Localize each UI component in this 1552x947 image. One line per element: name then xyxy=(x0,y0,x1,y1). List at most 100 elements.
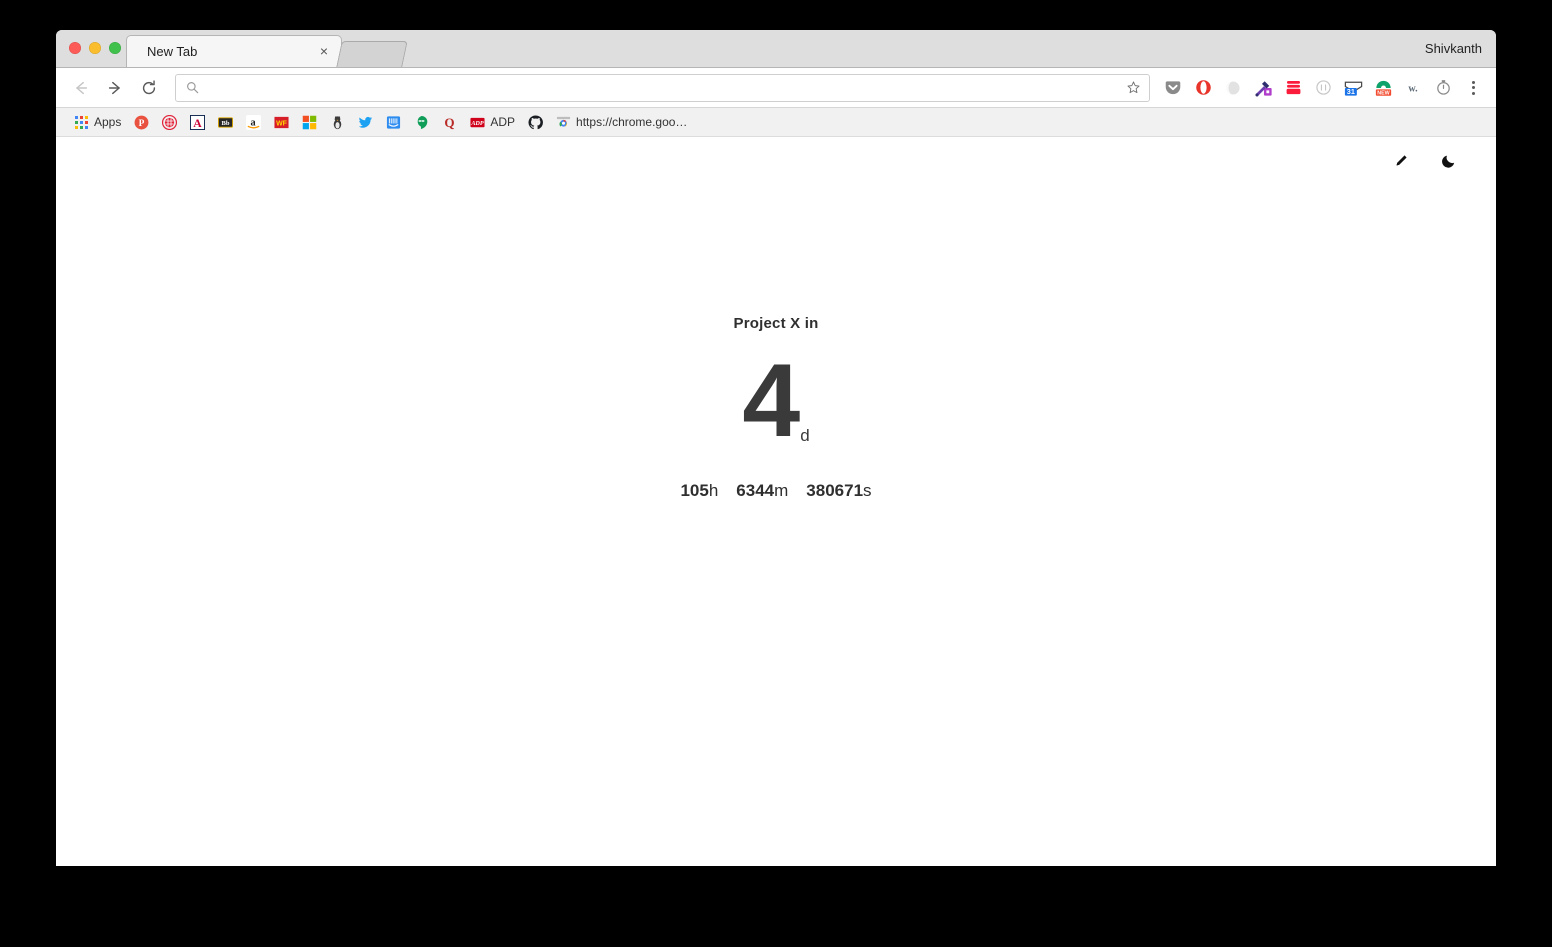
reload-icon xyxy=(140,79,158,97)
blackboard-bookmark-icon: Bb xyxy=(217,114,233,130)
chrome-webstore-bookmark-icon xyxy=(555,114,571,130)
bookmark-chrome-webstore[interactable]: https://chrome.goo… xyxy=(550,111,692,133)
microsoft-bookmark-icon xyxy=(301,114,317,130)
close-window-button[interactable] xyxy=(69,42,81,54)
calendar-day-number: 31 xyxy=(1346,87,1354,96)
countdown-hours: 105h xyxy=(680,481,718,501)
tab-title: New Tab xyxy=(147,44,198,59)
bookmarks-bar: Apps P A Bb a WF Q ADP ADP https://chrom… xyxy=(56,108,1496,137)
bookmark-quora[interactable]: Q xyxy=(436,111,462,133)
browser-toolbar: 31 NEW w. xyxy=(56,68,1496,108)
blue-book-bookmark-icon xyxy=(385,114,401,130)
github-bookmark-icon xyxy=(527,114,543,130)
ghost-extension-icon[interactable] xyxy=(1221,76,1245,100)
chrome-menu-icon[interactable] xyxy=(1462,76,1484,100)
address-bar[interactable] xyxy=(175,73,1150,102)
bookmark-amazon[interactable]: a xyxy=(240,111,266,133)
bookmark-pinterest[interactable]: P xyxy=(128,111,154,133)
forward-arrow-icon xyxy=(106,79,124,97)
wikiwand-extension-icon[interactable]: w. xyxy=(1401,76,1425,100)
countdown-minutes-value: 6344 xyxy=(736,480,775,500)
countdown-seconds-unit: s xyxy=(863,480,872,500)
opera-extension-icon[interactable] xyxy=(1191,76,1215,100)
svg-text:P: P xyxy=(139,118,145,128)
countdown-minutes: 6344m xyxy=(736,481,788,501)
bookmark-blackboard[interactable]: Bb xyxy=(212,111,238,133)
svg-text:a: a xyxy=(250,117,255,128)
svg-text:Q: Q xyxy=(444,115,454,130)
svg-text:ADP: ADP xyxy=(470,119,484,126)
new-badge-extension-icon[interactable]: NEW xyxy=(1371,76,1395,100)
eyedropper-extension-icon[interactable] xyxy=(1251,76,1275,100)
bookmark-blue-book[interactable] xyxy=(380,111,406,133)
countdown-primary-value: 4 xyxy=(742,343,800,459)
red-box-extension-icon[interactable] xyxy=(1281,76,1305,100)
calendar-31-extension-icon[interactable]: 31 xyxy=(1341,76,1365,100)
bookmark-microsoft[interactable] xyxy=(296,111,322,133)
target-bookmark-icon xyxy=(161,114,177,130)
tab-list: New Tab × xyxy=(126,30,408,67)
countdown-title: Project X in xyxy=(733,315,819,332)
penguin-bookmark-icon xyxy=(329,114,345,130)
pinterest-bookmark-icon: P xyxy=(133,114,149,130)
back-button[interactable] xyxy=(67,74,95,102)
svg-text:Bb: Bb xyxy=(221,120,229,127)
countdown-seconds-value: 380671 xyxy=(806,480,864,500)
profile-name[interactable]: Shivkanth xyxy=(1425,41,1482,56)
stopwatch-extension-icon[interactable] xyxy=(1431,76,1455,100)
svg-text:WF: WF xyxy=(276,120,287,127)
twitter-bookmark-icon xyxy=(357,114,373,130)
circle-outline-extension-icon[interactable] xyxy=(1311,76,1335,100)
bookmark-github[interactable] xyxy=(522,111,548,133)
countdown-primary-unit: d xyxy=(800,425,810,445)
apps-label: Apps xyxy=(94,115,122,129)
bookmark-star-icon[interactable] xyxy=(1126,80,1141,95)
tab-new-tab[interactable]: New Tab × xyxy=(126,35,342,67)
maximize-window-button[interactable] xyxy=(109,42,121,54)
new-badge-text: NEW xyxy=(1377,90,1390,96)
search-icon xyxy=(186,81,199,94)
bookmark-hangouts[interactable] xyxy=(408,111,434,133)
apps-shortcut[interactable]: Apps xyxy=(68,111,126,133)
new-tab-button[interactable] xyxy=(336,41,408,67)
wikiwand-label: w. xyxy=(1408,83,1418,94)
bookmark-wells-fargo[interactable]: WF xyxy=(268,111,294,133)
countdown-seconds: 380671s xyxy=(806,481,871,501)
hangouts-bookmark-icon xyxy=(413,114,429,130)
countdown-widget: Project X in 4 d 105h 6344m 380671s xyxy=(56,315,1496,501)
countdown-secondary: 105h 6344m 380671s xyxy=(56,481,1496,501)
countdown-minutes-unit: m xyxy=(774,480,789,500)
svg-text:A: A xyxy=(193,116,202,129)
extensions-bar: 31 NEW w. xyxy=(1158,76,1490,100)
page-content: Project X in 4 d 105h 6344m 380671s xyxy=(56,137,1496,866)
countdown-hours-unit: h xyxy=(708,480,719,500)
edit-pencil-icon[interactable] xyxy=(1390,149,1412,171)
reload-button[interactable] xyxy=(135,74,163,102)
apps-grid-icon xyxy=(73,114,89,130)
dark-mode-moon-icon[interactable] xyxy=(1438,149,1460,171)
countdown-primary: 4 d xyxy=(56,343,1496,459)
forward-button[interactable] xyxy=(101,74,129,102)
close-tab-icon[interactable]: × xyxy=(316,43,332,59)
quora-bookmark-icon: Q xyxy=(441,114,457,130)
bookmark-twitter[interactable] xyxy=(352,111,378,133)
bookmark-adp[interactable]: ADP ADP xyxy=(464,111,520,133)
window-controls xyxy=(69,42,121,54)
adp-bookmark-icon: ADP xyxy=(469,114,485,130)
minimize-window-button[interactable] xyxy=(89,42,101,54)
bookmark-target[interactable] xyxy=(156,111,182,133)
chrome-webstore-label: https://chrome.goo… xyxy=(576,115,688,129)
browser-window: New Tab × Shivkanth 31 NEW w. Apps P A B… xyxy=(56,30,1496,866)
tab-strip: New Tab × Shivkanth xyxy=(56,30,1496,68)
page-toolbar xyxy=(1390,149,1460,171)
adp-label: ADP xyxy=(490,115,516,129)
bookmark-arizona[interactable]: A xyxy=(184,111,210,133)
bookmark-penguin[interactable] xyxy=(324,111,350,133)
pocket-extension-icon[interactable] xyxy=(1161,76,1185,100)
arizona-bookmark-icon: A xyxy=(189,114,205,130)
countdown-hours-value: 105 xyxy=(680,480,709,500)
wells-fargo-bookmark-icon: WF xyxy=(273,114,289,130)
back-arrow-icon xyxy=(72,79,90,97)
address-input[interactable] xyxy=(207,79,1126,96)
amazon-bookmark-icon: a xyxy=(245,114,261,130)
